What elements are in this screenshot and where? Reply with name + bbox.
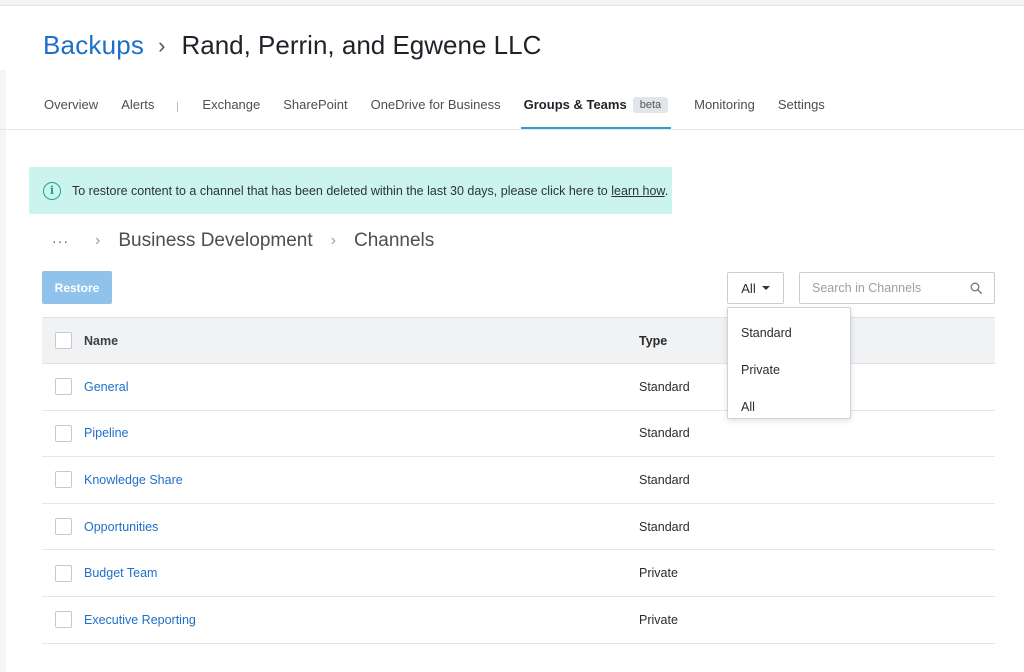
filter-option-all[interactable]: All xyxy=(728,388,850,425)
more-icon[interactable]: ··· xyxy=(52,233,69,249)
channel-name-link[interactable]: Budget Team xyxy=(84,566,639,580)
caret-down-icon xyxy=(761,286,770,290)
table-row: Executive Reporting Private xyxy=(42,597,995,644)
beta-badge: beta xyxy=(632,97,669,113)
tab-exchange[interactable]: Exchange xyxy=(202,86,260,130)
left-edge xyxy=(0,70,6,672)
channel-name-link[interactable]: Knowledge Share xyxy=(84,473,639,487)
search-icon[interactable] xyxy=(970,282,982,294)
table-row: Opportunities Standard xyxy=(42,504,995,551)
restore-button[interactable]: Restore xyxy=(42,271,112,304)
page-title: Rand, Perrin, and Egwene LLC xyxy=(181,30,542,60)
filter-option-standard[interactable]: Standard xyxy=(728,314,850,351)
table-row: Knowledge Share Standard xyxy=(42,457,995,504)
channel-name-link[interactable]: Pipeline xyxy=(84,426,639,440)
row-checkbox[interactable] xyxy=(55,378,72,396)
tab-overview[interactable]: Overview xyxy=(44,86,98,130)
column-name-header[interactable]: Name xyxy=(84,334,639,348)
row-checkbox[interactable] xyxy=(55,518,72,536)
type-filter-value: All xyxy=(741,280,756,296)
tab-groups-teams[interactable]: Groups & Teams beta xyxy=(520,86,672,130)
row-checkbox[interactable] xyxy=(55,611,72,629)
top-border xyxy=(0,0,1024,6)
channel-name-link[interactable]: General xyxy=(84,380,639,394)
channel-name-link[interactable]: Opportunities xyxy=(84,520,639,534)
channel-type: Private xyxy=(639,612,678,627)
channels-table: Name Type General Standard Pipeline Stan… xyxy=(42,317,995,644)
breadcrumb-channels: Channels xyxy=(353,230,435,251)
page-breadcrumb: Backups › Rand, Perrin, and Egwene LLC xyxy=(43,30,541,61)
table-row: General Standard xyxy=(42,364,995,411)
chevron-right-icon: › xyxy=(330,232,336,249)
table-row: Budget Team Private xyxy=(42,550,995,597)
tab-onedrive[interactable]: OneDrive for Business xyxy=(371,86,501,130)
learn-how-link[interactable]: learn how xyxy=(611,184,665,198)
filter-option-private[interactable]: Private xyxy=(728,351,850,388)
tab-groups-teams-label: Groups & Teams xyxy=(523,97,627,112)
tabs-divider xyxy=(0,129,1024,130)
breadcrumb-team[interactable]: Business Development xyxy=(118,230,312,252)
breadcrumb-backups-link[interactable]: Backups xyxy=(43,30,144,61)
select-all-checkbox[interactable] xyxy=(55,332,72,349)
chevron-right-icon: › xyxy=(95,232,101,249)
tab-bar: Overview Alerts Exchange SharePoint OneD… xyxy=(44,86,848,130)
channel-type: Standard xyxy=(639,519,690,534)
tab-settings[interactable]: Settings xyxy=(778,86,825,130)
row-checkbox[interactable] xyxy=(55,424,72,442)
channel-search xyxy=(799,272,995,304)
type-filter-menu: Standard Private All xyxy=(727,307,851,419)
info-banner: i To restore content to a channel that h… xyxy=(29,167,672,214)
tab-alerts[interactable]: Alerts xyxy=(121,86,154,130)
channel-breadcrumb: ··· › Business Development › Channels xyxy=(52,230,452,252)
type-filter-dropdown[interactable]: All xyxy=(727,272,784,304)
channel-type: Standard xyxy=(639,472,690,487)
table-row: Pipeline Standard xyxy=(42,411,995,458)
row-checkbox[interactable] xyxy=(55,564,72,582)
tab-divider xyxy=(177,102,179,112)
row-checkbox[interactable] xyxy=(55,471,72,489)
tab-sharepoint[interactable]: SharePoint xyxy=(283,86,347,130)
channel-type: Private xyxy=(639,566,678,581)
breadcrumb-separator: › xyxy=(158,32,166,58)
tab-monitoring[interactable]: Monitoring xyxy=(694,86,755,130)
channel-type: Standard xyxy=(639,426,690,441)
search-input[interactable] xyxy=(812,281,962,295)
info-text: To restore content to a channel that has… xyxy=(72,183,669,198)
table-header: Name Type xyxy=(42,317,995,364)
info-icon: i xyxy=(43,181,61,200)
channel-name-link[interactable]: Executive Reporting xyxy=(84,613,639,627)
